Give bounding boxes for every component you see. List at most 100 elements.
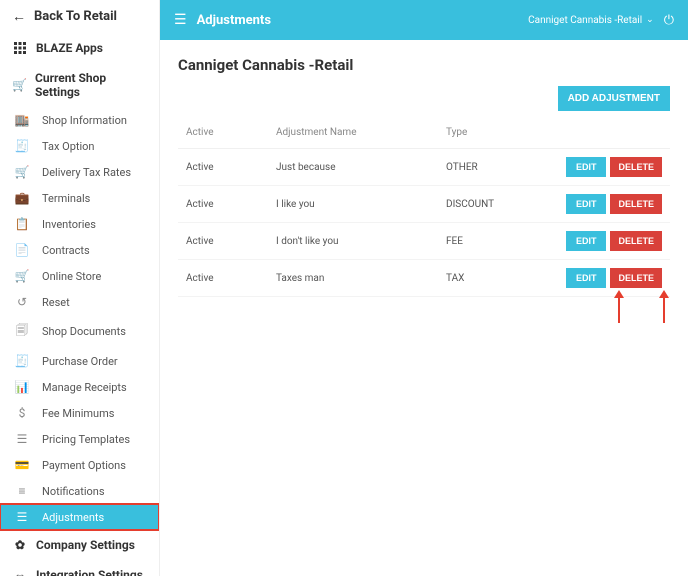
nav-label: Shop Documents — [42, 325, 126, 338]
copy-icon: 🗐 — [14, 321, 30, 342]
adjustments-table: Active Adjustment Name Type ActiveJust b… — [178, 117, 670, 297]
order-icon: 🧾 — [14, 354, 30, 368]
nav-manage-receipts[interactable]: 📊 Manage Receipts — [0, 374, 159, 400]
nav-payment-options[interactable]: 💳 Payment Options — [0, 452, 159, 478]
col-active: Active — [178, 117, 268, 149]
nav-tax-option[interactable]: 🧾 Tax Option — [0, 133, 159, 159]
inventory-icon: 📋 — [14, 217, 30, 231]
nav-label: Reset — [42, 296, 70, 309]
nav-adjustments[interactable]: ☰Adjustments — [0, 504, 159, 530]
nav-online-store[interactable]: 🛒Online Store — [0, 263, 159, 289]
table-row: ActiveTaxes manTAXEDITDELETE — [178, 260, 670, 297]
nav-label: Adjustments — [42, 511, 104, 524]
nav-label: Fee Minimums — [42, 407, 114, 420]
nav-label: Contracts — [42, 244, 90, 257]
gear-icon: ✿ — [12, 538, 28, 552]
delivery-icon: 🛒 — [14, 165, 30, 179]
section-label: BLAZE Apps — [36, 41, 103, 55]
table-row: ActiveI don't like youFEE EDITDELETE — [178, 223, 670, 260]
store-icon: 🏬 — [14, 113, 30, 127]
main-panel: ☰ Adjustments Canniget Cannabis -Retail … — [160, 0, 688, 576]
card-icon: 💳 — [14, 458, 30, 472]
nav-label: Manage Receipts — [42, 381, 127, 394]
nav-label: Notifications — [42, 485, 105, 498]
delete-button[interactable]: DELETE — [610, 157, 662, 177]
shop-dropdown[interactable]: Canniget Cannabis -Retail ⌄ — [528, 15, 654, 26]
notification-icon: ≡ — [14, 484, 30, 498]
reset-icon: ↺ — [14, 295, 30, 309]
cell-name: I like you — [268, 186, 438, 223]
edit-button[interactable]: EDIT — [566, 157, 607, 177]
edit-button[interactable]: EDIT — [566, 231, 607, 251]
nav-label: Tax Option — [42, 140, 95, 153]
section-label: Current Shop Settings — [35, 71, 147, 99]
back-to-retail[interactable]: ← Back To Retail — [0, 0, 159, 33]
power-icon[interactable]: ⏻ — [664, 13, 674, 28]
section-blaze-apps[interactable]: BLAZE Apps — [0, 33, 159, 63]
dollar-icon: $ — [14, 406, 30, 420]
edit-button[interactable]: EDIT — [566, 194, 607, 214]
page-heading: Canniget Cannabis -Retail — [178, 56, 670, 74]
apps-icon — [12, 42, 28, 54]
cell-active: Active — [178, 186, 268, 223]
section-company-settings[interactable]: ✿ Company Settings — [0, 530, 159, 560]
cell-type: TAX — [438, 260, 558, 297]
col-type: Type — [438, 117, 558, 149]
template-icon: ☰ — [14, 432, 30, 446]
nav-shop-information[interactable]: 🏬 Shop Information — [0, 107, 159, 133]
section-integration-settings[interactable]: ⇔ Integration Settings — [0, 560, 159, 576]
chevron-down-icon: ⌄ — [646, 15, 654, 25]
cell-active: Active — [178, 223, 268, 260]
section-current-shop[interactable]: 🛒 Current Shop Settings — [0, 63, 159, 107]
page-title: Adjustments — [197, 13, 529, 28]
cell-active: Active — [178, 149, 268, 186]
nav-label: Delivery Tax Rates — [42, 166, 131, 179]
nav-label: Shop Information — [42, 114, 127, 127]
annotation-arrows — [178, 297, 670, 337]
delete-button[interactable]: DELETE — [610, 231, 662, 251]
edit-button[interactable]: EDIT — [566, 268, 607, 288]
cell-type: FEE — [438, 223, 558, 260]
briefcase-icon: 💼 — [14, 191, 30, 205]
nav-label: Payment Options — [42, 459, 126, 472]
add-adjustment-button[interactable]: ADD ADJUSTMENT — [558, 86, 670, 111]
nav-notifications[interactable]: ≡ Notifications — [0, 478, 159, 504]
sidebar: ← Back To Retail BLAZE Apps 🛒 Current Sh… — [0, 0, 160, 576]
nav-label: Inventories — [42, 218, 96, 231]
nav-label: Pricing Templates — [42, 433, 130, 446]
table-row: ActiveI like youDISCOUNT EDITDELETE — [178, 186, 670, 223]
nav-delivery-tax-rates[interactable]: 🛒 Delivery Tax Rates — [0, 159, 159, 185]
delete-button[interactable]: DELETE — [610, 268, 662, 288]
shop-nav-list: 🏬 Shop Information 🧾 Tax Option 🛒 Delivery … — [0, 107, 159, 530]
cell-type: DISCOUNT — [438, 186, 558, 223]
receipt-icon: 📊 — [14, 380, 30, 394]
nav-inventories[interactable]: 📋 Inventories — [0, 211, 159, 237]
nav-contracts[interactable]: 📄Contracts — [0, 237, 159, 263]
nav-fee-minimums[interactable]: $ Fee Minimums — [0, 400, 159, 426]
hamburger-icon[interactable]: ☰ — [174, 12, 187, 28]
nav-purchase-order[interactable]: 🧾 Purchase Order — [0, 348, 159, 374]
tax-icon: 🧾 — [14, 139, 30, 153]
nav-reset[interactable]: ↺ Reset — [0, 289, 159, 315]
content-area: Canniget Cannabis -Retail ADD ADJUSTMENT… — [160, 40, 688, 353]
cell-name: Just because — [268, 149, 438, 186]
nav-shop-documents[interactable]: 🗐 Shop Documents — [0, 315, 159, 348]
nav-label: Purchase Order — [42, 355, 118, 368]
nav-pricing-templates[interactable]: ☰ Pricing Templates — [0, 426, 159, 452]
topbar: ☰ Adjustments Canniget Cannabis -Retail … — [160, 0, 688, 40]
arrow-delete-annotation — [663, 297, 665, 323]
arrow-left-icon: ← — [12, 8, 26, 25]
cell-type: OTHER — [438, 149, 558, 186]
section-label: Company Settings — [36, 538, 135, 552]
nav-label: Terminals — [42, 192, 90, 205]
cell-active: Active — [178, 260, 268, 297]
delete-button[interactable]: DELETE — [610, 194, 662, 214]
link-icon: ⇔ — [12, 568, 28, 576]
nav-terminals[interactable]: 💼 Terminals — [0, 185, 159, 211]
table-row: ActiveJust becauseOTHER EDITDELETE — [178, 149, 670, 186]
section-label: Integration Settings — [36, 568, 143, 576]
back-label: Back To Retail — [34, 9, 117, 24]
col-name: Adjustment Name — [268, 117, 438, 149]
cart-icon: 🛒 — [12, 78, 27, 92]
cell-name: I don't like you — [268, 223, 438, 260]
